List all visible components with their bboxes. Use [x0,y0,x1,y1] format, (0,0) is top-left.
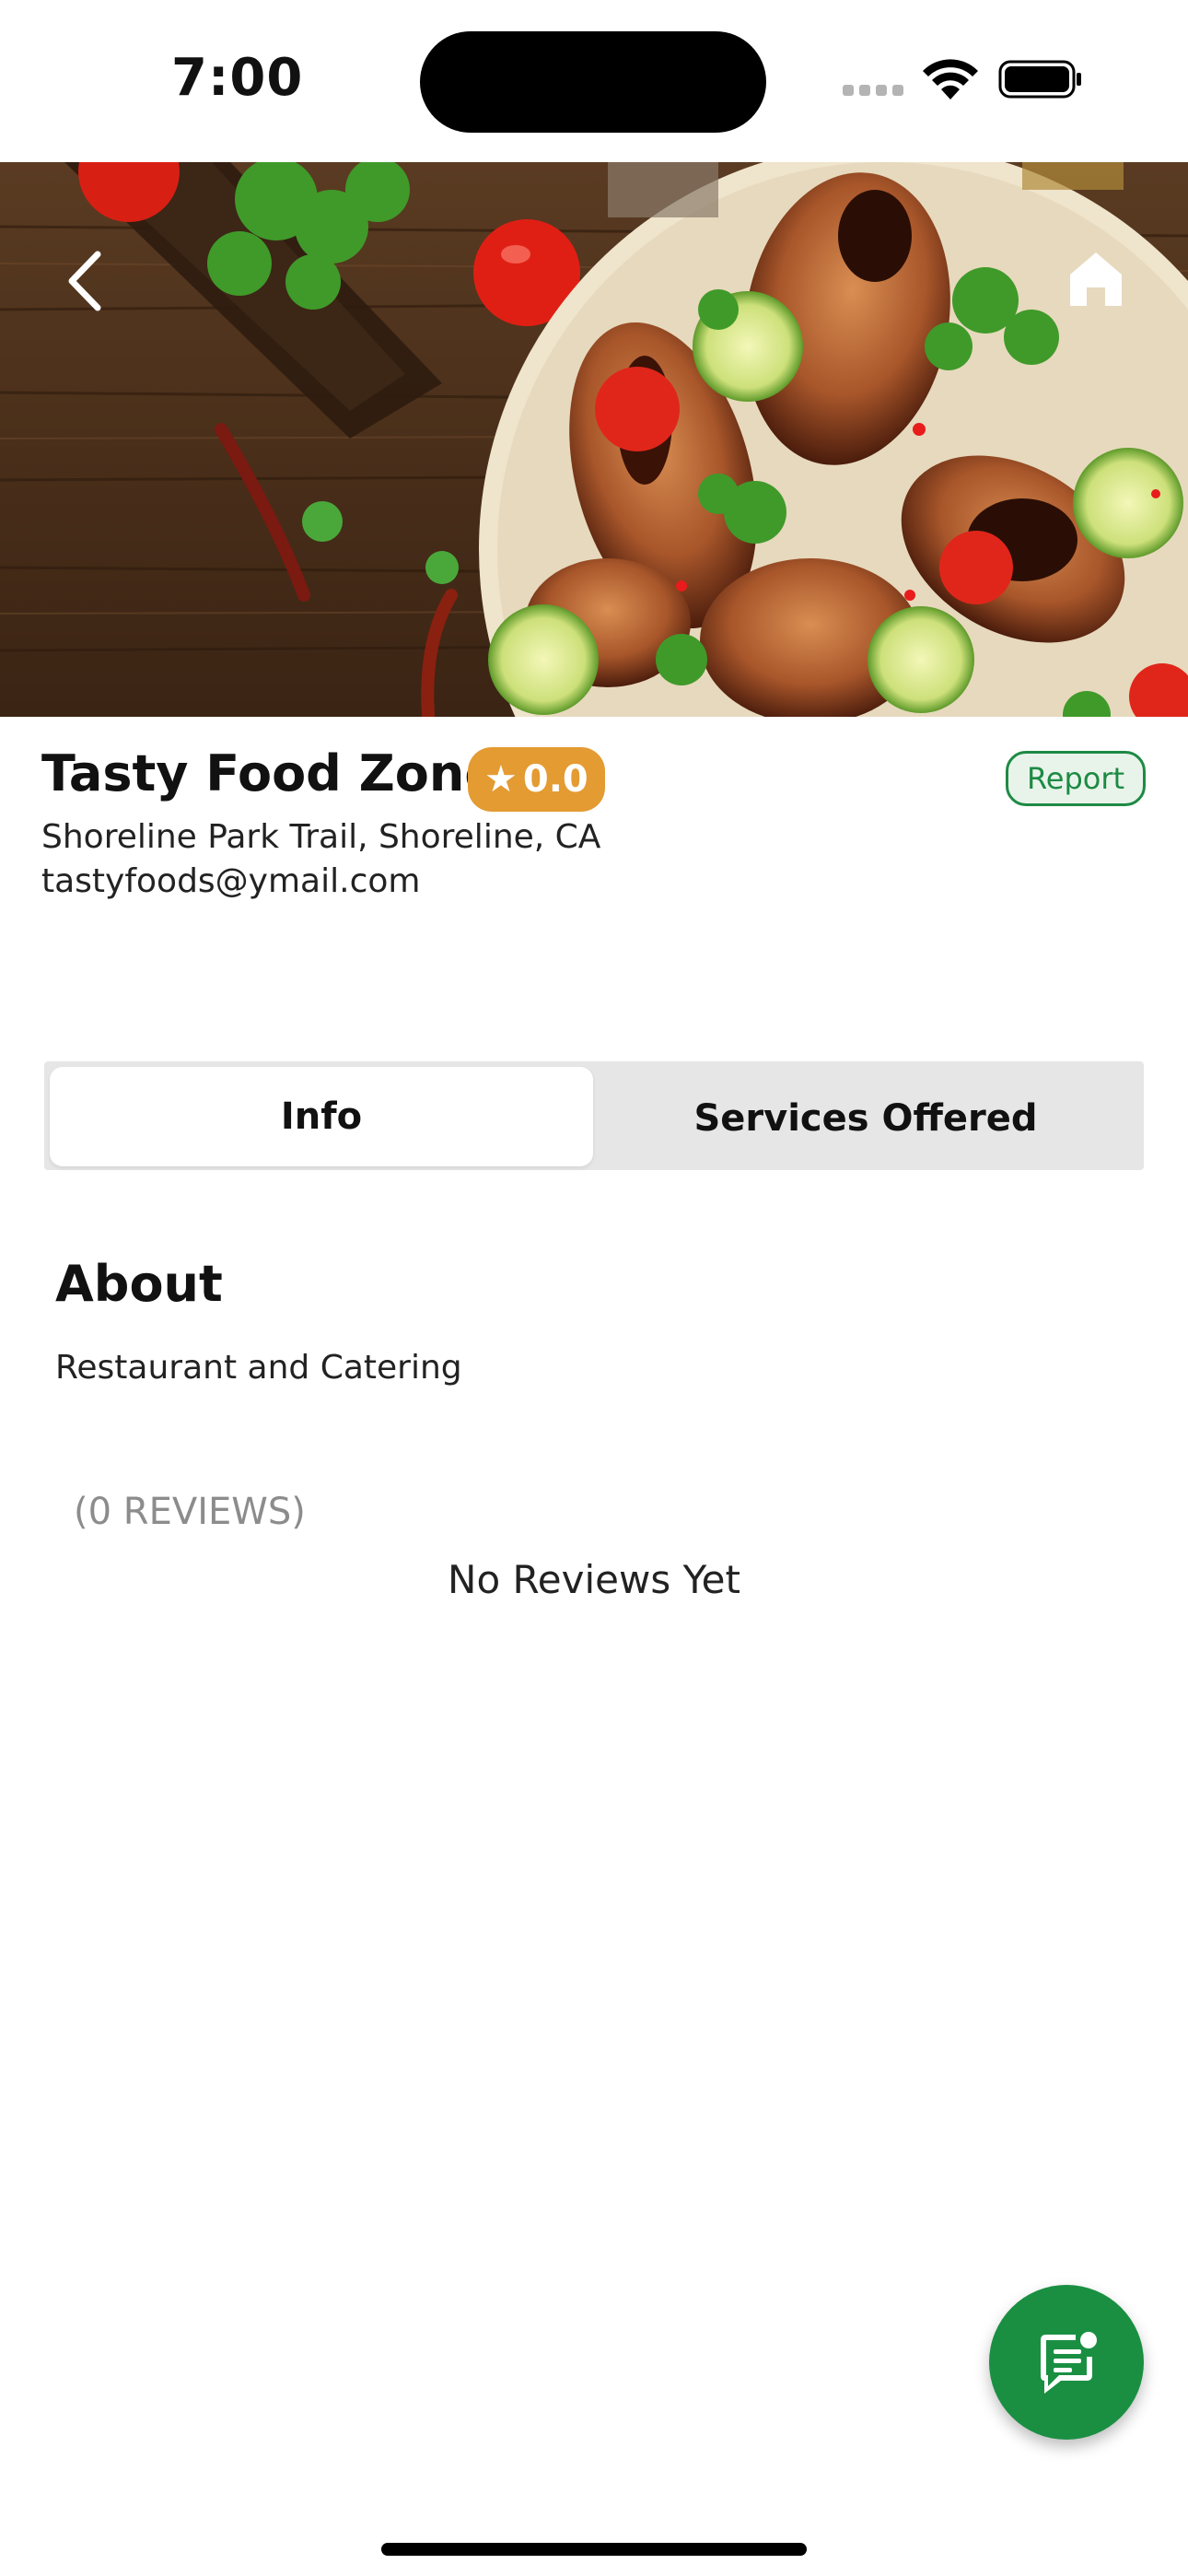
report-button[interactable]: Report [1006,751,1146,806]
battery-icon [998,60,1081,99]
chat-icon [1041,2332,1097,2394]
tab-info[interactable]: Info [50,1067,593,1166]
home-button[interactable] [1068,251,1124,308]
star-icon: ★ [484,758,518,801]
home-indicator [381,2543,807,2556]
business-address: Shoreline Park Trail, Shoreline, CA [41,818,601,856]
rating-value: 0.0 [522,758,588,801]
rating-badge: ★ 0.0 [468,747,605,812]
reviews-count: (0 REVIEWS) [74,1491,306,1533]
cellular-signal-icon [843,85,905,98]
status-bar: 7:00 [0,0,1188,162]
hero-image [0,162,1188,717]
food-photo [0,162,1188,717]
chat-button[interactable] [989,2285,1144,2440]
tab-services-offered[interactable]: Services Offered [593,1067,1138,1170]
about-description: Restaurant and Catering [55,1349,462,1387]
about-heading: About [55,1255,223,1313]
dynamic-island [420,31,766,133]
business-email[interactable]: tastyfoods@ymail.com [41,862,420,900]
business-name: Tasty Food Zone [41,744,498,802]
no-reviews-message: No Reviews Yet [448,1557,740,1602]
segmented-tabs: Info Services Offered [44,1061,1144,1170]
back-button[interactable] [61,249,107,313]
status-time: 7:00 [171,48,304,108]
wifi-icon [923,59,978,100]
